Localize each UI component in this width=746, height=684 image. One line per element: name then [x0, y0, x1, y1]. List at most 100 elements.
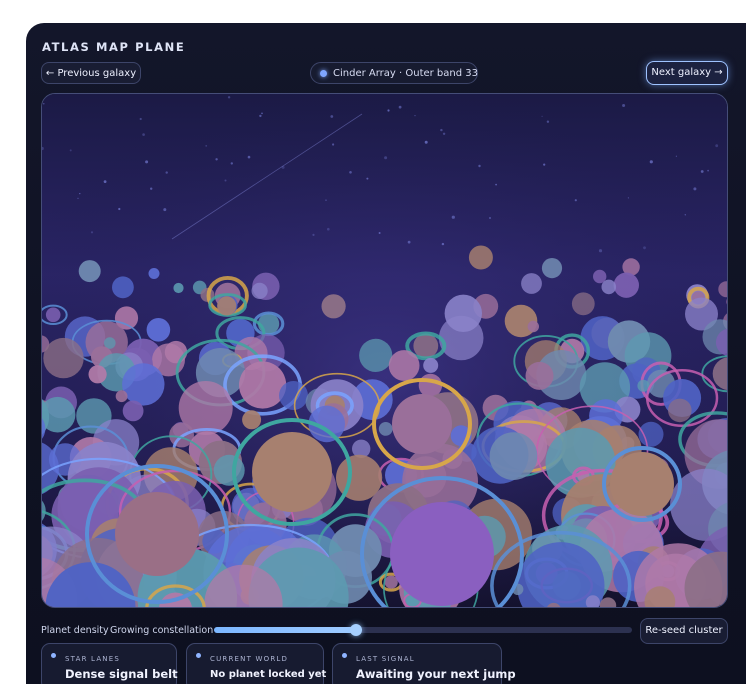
planet[interactable] [252, 432, 332, 512]
planet[interactable] [390, 502, 494, 606]
star-dot [598, 249, 603, 253]
star-dot [145, 160, 149, 164]
star-dot [43, 103, 45, 105]
star-dot [378, 232, 381, 234]
star-dot [384, 156, 388, 160]
planet[interactable] [173, 282, 184, 294]
star-dot [150, 187, 153, 190]
star-dot [90, 231, 94, 234]
planet[interactable] [148, 268, 160, 279]
previous-galaxy-button[interactable]: ← Previous galaxy [41, 62, 141, 84]
current-world-title: CURRENT WORLD [210, 655, 289, 663]
density-slider-thumb[interactable] [350, 624, 363, 636]
star-dot [693, 187, 697, 191]
planet[interactable] [613, 272, 639, 298]
star-dot [224, 179, 227, 182]
location-badge: Cinder Array · Outer band 33 [310, 62, 478, 84]
planet[interactable] [468, 245, 493, 270]
star-dot [495, 183, 497, 186]
star-dot [327, 227, 330, 231]
planet[interactable] [43, 337, 84, 379]
star-dot [387, 109, 390, 112]
planet[interactable] [251, 282, 268, 299]
star-dot [675, 155, 678, 157]
planet[interactable] [239, 361, 287, 409]
planet[interactable] [359, 338, 393, 372]
star-dot [325, 199, 327, 201]
location-label: Cinder Array · Outer band 33 [333, 68, 478, 79]
star-dot [259, 114, 262, 118]
galaxy-map[interactable] [41, 93, 728, 608]
current-world-card: CURRENT WORLD No planet locked yet [186, 643, 326, 684]
planet[interactable] [122, 363, 165, 406]
star-dot [541, 115, 543, 117]
last-signal-card: LAST SIGNAL Awaiting your next jump [332, 643, 516, 684]
planet[interactable] [146, 318, 171, 342]
planet[interactable] [638, 421, 664, 447]
planet[interactable] [388, 350, 420, 381]
star-dot [330, 115, 334, 118]
planet[interactable] [438, 315, 484, 361]
galaxy-map-canvas[interactable] [42, 94, 728, 608]
planet[interactable] [122, 400, 144, 422]
planet[interactable] [45, 307, 61, 323]
planet[interactable] [418, 373, 443, 398]
planet[interactable] [541, 258, 563, 279]
planet[interactable] [423, 357, 439, 373]
star-dot [478, 164, 481, 168]
star-dot [247, 155, 251, 159]
star-dot [649, 160, 653, 164]
star-dot [332, 143, 335, 146]
star-dot [440, 128, 443, 132]
star-dot [398, 105, 402, 109]
atlas-panel: ATLAS MAP PLANE ← Previous galaxy Cinder… [26, 23, 746, 684]
planet[interactable] [378, 422, 393, 436]
star-lanes-value: Dense signal belt [65, 667, 178, 681]
planet[interactable] [728, 448, 729, 469]
planet[interactable] [88, 365, 107, 384]
star-dot [139, 117, 142, 121]
planet[interactable] [78, 260, 101, 283]
star-dot [165, 171, 168, 174]
star-dot [312, 233, 315, 236]
planet[interactable] [112, 276, 134, 299]
star-lanes-dot-icon [51, 653, 56, 658]
planet[interactable] [521, 273, 542, 294]
planet[interactable] [413, 333, 439, 359]
planet[interactable] [610, 452, 674, 516]
planet[interactable] [489, 432, 538, 480]
planet[interactable] [668, 398, 692, 423]
star-dot [163, 208, 167, 212]
star-dot [627, 197, 630, 199]
density-label: Planet density [41, 625, 109, 636]
star-dot [715, 144, 719, 148]
star-dot [215, 158, 218, 161]
star-dot [142, 133, 145, 136]
planet[interactable] [213, 454, 245, 486]
reseed-cluster-button[interactable]: Re-seed cluster [640, 618, 728, 644]
planet[interactable] [217, 296, 237, 316]
planet[interactable] [115, 390, 128, 403]
planet[interactable] [525, 361, 554, 390]
location-indicator-icon [320, 70, 327, 77]
star-dot [424, 140, 428, 144]
star-dot [707, 169, 709, 172]
next-galaxy-button[interactable]: Next galaxy → [646, 61, 728, 85]
density-value: Growing constellation [110, 625, 214, 636]
planet[interactable] [571, 292, 595, 316]
panel-title: ATLAS MAP PLANE [42, 40, 186, 54]
star-dot [489, 217, 491, 219]
star-dot [69, 149, 72, 152]
density-slider[interactable] [214, 624, 632, 636]
planet[interactable] [242, 410, 262, 430]
planet[interactable] [115, 492, 199, 576]
star-dot [77, 197, 79, 200]
star-lanes-title: STAR LANES [65, 655, 121, 663]
planet[interactable] [392, 394, 452, 454]
star-dot [622, 104, 626, 107]
planet[interactable] [321, 294, 346, 319]
planet[interactable] [601, 279, 617, 295]
planet[interactable] [527, 320, 539, 333]
star-lanes-card: STAR LANES Dense signal belt [41, 643, 178, 684]
star-dot [546, 120, 550, 123]
